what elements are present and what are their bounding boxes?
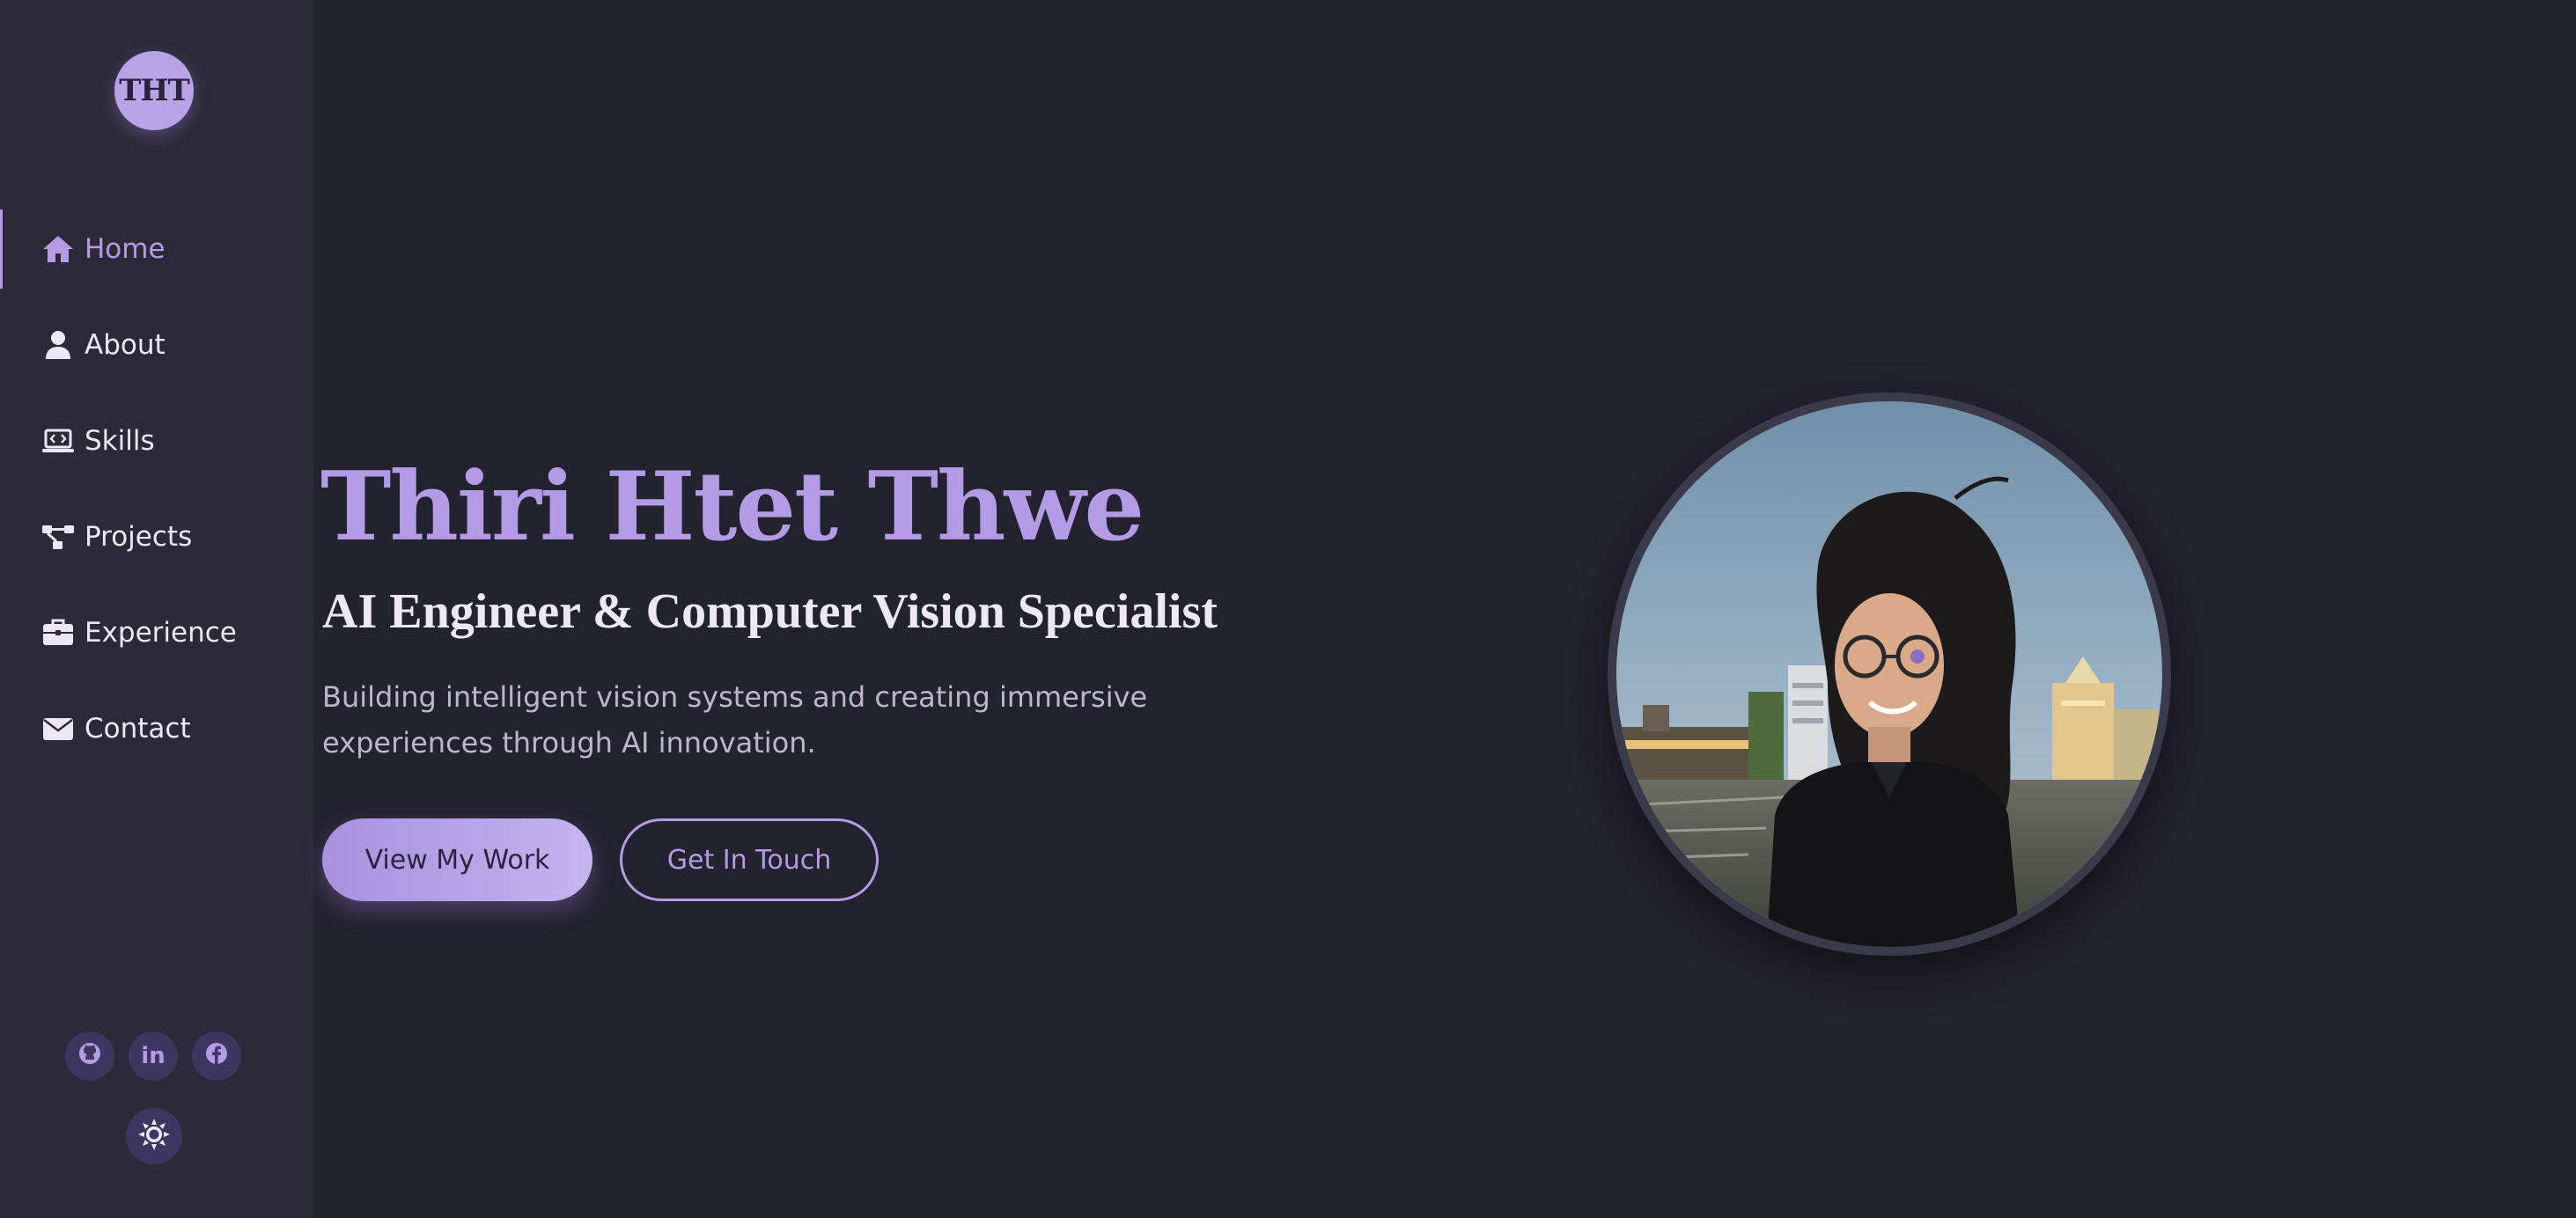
sidebar-item-projects[interactable]: Projects — [0, 497, 313, 576]
hero-description: Building intelligent vision systems and … — [322, 680, 1148, 759]
sidebar-item-label: Experience — [85, 617, 237, 649]
linkedin-link[interactable]: in — [129, 1031, 178, 1081]
theme-toggle-button[interactable] — [126, 1108, 182, 1164]
view-my-work-button[interactable]: View My Work — [322, 818, 592, 901]
sidebar-item-skills[interactable]: Skills — [0, 401, 313, 481]
facebook-icon — [203, 1040, 230, 1073]
github-icon — [77, 1040, 103, 1073]
sidebar-item-experience[interactable]: Experience — [0, 593, 313, 672]
sidebar-nav: Home About Skills Projects Experience Co… — [0, 209, 313, 785]
hero-name: Thiri Htet Thwe — [320, 451, 1144, 562]
envelope-icon — [40, 711, 76, 746]
briefcase-icon — [40, 615, 76, 650]
sidebar-item-label: Home — [85, 233, 166, 265]
sidebar-item-about[interactable]: About — [0, 305, 313, 385]
github-link[interactable] — [65, 1031, 114, 1081]
linkedin-icon: in — [141, 1043, 166, 1069]
sidebar-item-label: Contact — [85, 713, 191, 745]
user-icon — [40, 327, 76, 363]
sidebar-item-label: Projects — [85, 521, 193, 553]
hero-subtitle: AI Engineer & Computer Vision Specialist — [322, 584, 1218, 639]
sidebar: THT Home About Skills Projects Experienc… — [0, 0, 313, 1218]
sun-icon — [136, 1117, 172, 1156]
logo[interactable]: THT — [114, 51, 194, 130]
sidebar-item-label: Skills — [85, 425, 155, 457]
project-diagram-icon — [40, 519, 76, 554]
sidebar-item-label: About — [85, 329, 166, 361]
sidebar-item-contact[interactable]: Contact — [0, 689, 313, 768]
facebook-link[interactable] — [192, 1031, 241, 1081]
laptop-code-icon — [40, 423, 76, 459]
get-in-touch-button[interactable]: Get In Touch — [620, 818, 879, 901]
sidebar-item-home[interactable]: Home — [0, 209, 313, 289]
home-icon — [40, 231, 76, 267]
portfolio-page: THT Home About Skills Projects Experienc… — [0, 0, 2576, 1218]
profile-photo — [1608, 393, 2171, 956]
social-links: in — [65, 1031, 241, 1081]
